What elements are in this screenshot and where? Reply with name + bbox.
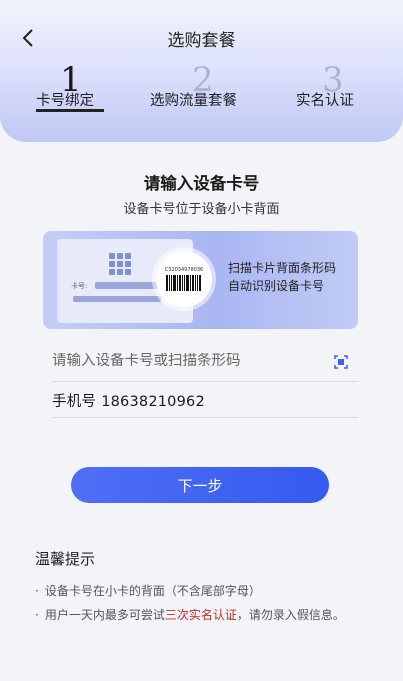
phone-field: 手机号 18638210962	[52, 390, 358, 418]
card-number-input[interactable]	[52, 353, 322, 369]
step-label: 实名认证	[296, 93, 354, 109]
active-step-underline	[36, 109, 104, 112]
barcode-number: C32034978036	[164, 267, 204, 273]
phone-number: 18638210962	[101, 394, 205, 410]
barcode-bars	[166, 275, 202, 291]
section-title: 请输入设备卡号	[143, 174, 260, 193]
card-number-label: 卡号:	[71, 282, 88, 290]
scan-icon[interactable]	[334, 355, 348, 369]
card-number-field	[52, 350, 358, 382]
scan-barcode-card[interactable]: 卡号: C32034978036 扫描卡片背面条形码 自动识别设备卡号	[43, 231, 358, 329]
header-bar: 选购套餐	[0, 18, 403, 58]
scan-instructions: 扫描卡片背面条形码 自动识别设备卡号	[228, 259, 336, 295]
next-step-button[interactable]: 下一步	[71, 467, 329, 503]
section-subtitle: 设备卡号位于设备小卡背面	[123, 202, 280, 217]
scan-instruction-line2: 自动识别设备卡号	[228, 279, 325, 293]
bullet: ·	[35, 584, 39, 598]
tip-text-prefix: 用户一天内最多可尝试	[44, 608, 165, 622]
tip-text: 设备卡号在小卡的背面（不含尾部字母）	[44, 584, 261, 598]
barcode-icon: C32034978036	[156, 251, 212, 307]
tip-highlight: 三次实名认证	[164, 608, 237, 622]
tip-item: · 设备卡号在小卡的背面（不含尾部字母）	[35, 582, 371, 601]
step-real-name: 3 实名认证	[296, 60, 366, 122]
card-info-strip	[73, 296, 161, 302]
scan-instruction-line1: 扫描卡片背面条形码	[228, 261, 337, 275]
tips-title: 温馨提示	[35, 550, 96, 568]
step-indicator: 1 卡号绑定 2 选购流量套餐 3 实名认证	[0, 60, 403, 122]
step-label: 选购流量套餐	[150, 93, 237, 109]
card-number-strip	[95, 282, 161, 289]
step-label: 卡号绑定	[36, 93, 94, 109]
step-select-plan: 2 选购流量套餐	[150, 60, 255, 122]
bullet: ·	[35, 608, 39, 622]
tip-item: · 用户一天内最多可尝试三次实名认证，请勿录入假信息。	[35, 606, 371, 625]
phone-label: 手机号	[52, 394, 97, 410]
step-card-binding: 1 卡号绑定	[36, 60, 108, 122]
page-title: 选购套餐	[167, 31, 236, 51]
tip-text-suffix: ，请勿录入假信息。	[236, 608, 345, 622]
sim-chip-icon	[109, 253, 131, 275]
